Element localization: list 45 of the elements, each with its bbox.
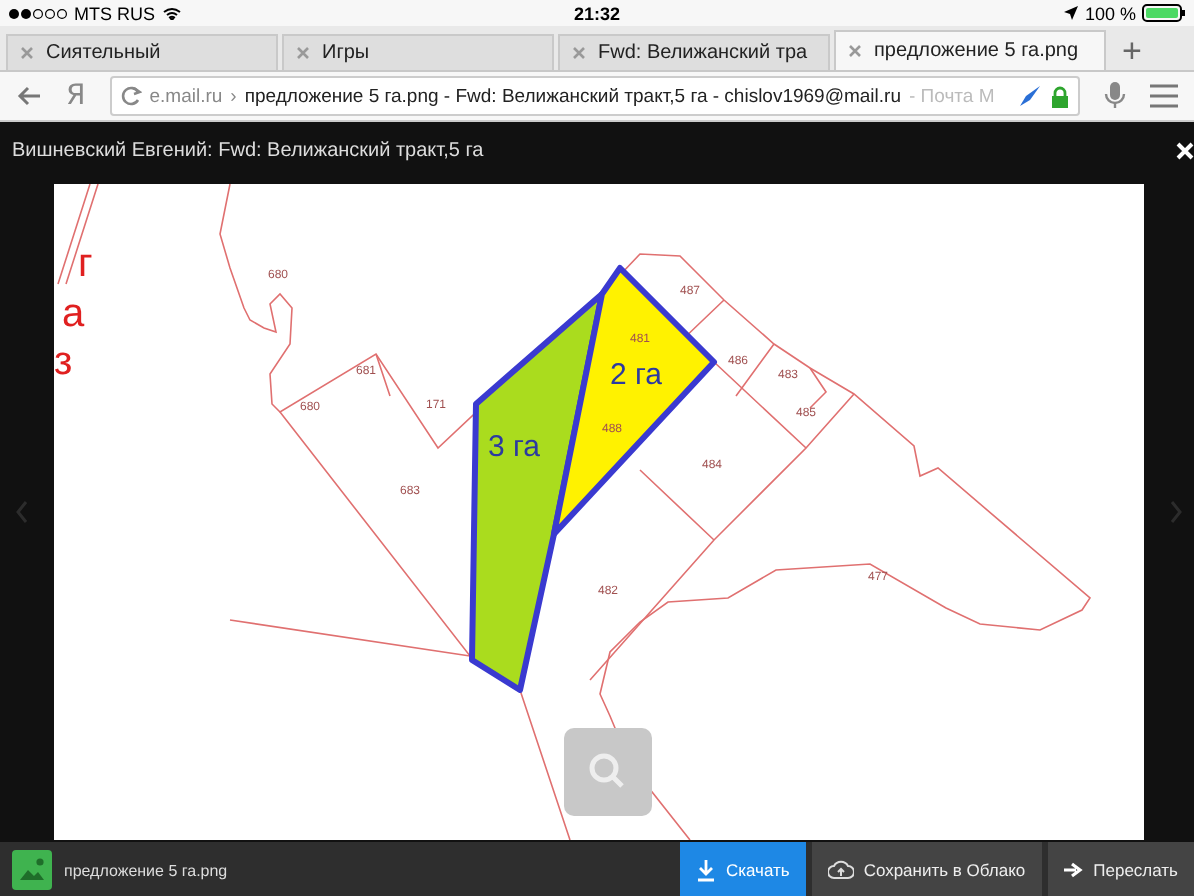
menu-icon[interactable] <box>1150 84 1178 108</box>
area-label: 3 га <box>488 430 540 464</box>
new-tab-button[interactable]: + <box>1110 34 1154 70</box>
page-title: предложение 5 га.png - Fwd: Велижанский тракт,5 га - chislov1969@mail.ru <box>244 85 901 107</box>
back-arrow-icon[interactable] <box>16 84 42 108</box>
arrow-right-icon <box>1063 859 1084 881</box>
close-tab-icon[interactable] <box>572 46 586 60</box>
rocket-icon[interactable] <box>1018 84 1042 108</box>
area-label: 2 га <box>610 358 662 392</box>
address-field[interactable]: e.mail.ru › предложение 5 га.png - Fwd: Велижанский тракт,5 га - chislov1969@mail.ru - Почта М <box>109 76 1080 116</box>
map-letter: а <box>62 292 85 336</box>
carrier-name: MTS RUS <box>74 3 155 23</box>
url-host: e.mail.ru <box>149 85 223 107</box>
page-title-faded: - Почта М <box>909 85 997 107</box>
download-icon <box>695 859 716 881</box>
wifi-icon <box>161 6 181 20</box>
browser-tab[interactable]: предложение 5 га.png <box>834 30 1106 70</box>
close-icon[interactable] <box>1176 141 1194 159</box>
image-file-icon <box>12 850 52 890</box>
location-arrow-icon <box>1064 6 1079 20</box>
close-tab-icon[interactable] <box>296 46 310 60</box>
browser-tab[interactable]: Игры <box>282 34 554 70</box>
lock-icon <box>1050 85 1070 107</box>
microphone-icon[interactable] <box>1104 82 1126 110</box>
url-separator: › <box>230 85 237 107</box>
viewer-title: Вишневский Евгений: Fwd: Велижанский тракт,5 га <box>12 139 484 161</box>
chevron-left-icon[interactable] <box>16 500 28 524</box>
zoom-icon[interactable] <box>564 728 652 816</box>
browser-tab[interactable]: Сиятельный <box>6 34 278 70</box>
browser-tab[interactable]: Fwd: Велижанский тра <box>558 34 830 70</box>
forward-button[interactable]: Переслать <box>1047 842 1194 896</box>
map-letter: г <box>78 242 93 286</box>
map-letter: з <box>54 340 73 384</box>
battery-percent: 100 % <box>1084 3 1136 23</box>
close-tab-icon[interactable] <box>20 46 34 60</box>
close-tab-icon[interactable] <box>848 44 862 58</box>
clock-time: 21:32 <box>573 3 621 23</box>
file-name: предложение 5 га.png <box>64 861 228 879</box>
chevron-right-icon[interactable] <box>1170 500 1182 524</box>
cloud-upload-icon <box>827 859 854 881</box>
battery-icon <box>1142 4 1186 22</box>
download-button[interactable]: Скачать <box>679 842 806 896</box>
reload-icon[interactable] <box>119 84 142 108</box>
save-to-cloud-button[interactable]: Сохранить в Облако <box>811 842 1042 896</box>
signal-icon <box>8 7 68 19</box>
